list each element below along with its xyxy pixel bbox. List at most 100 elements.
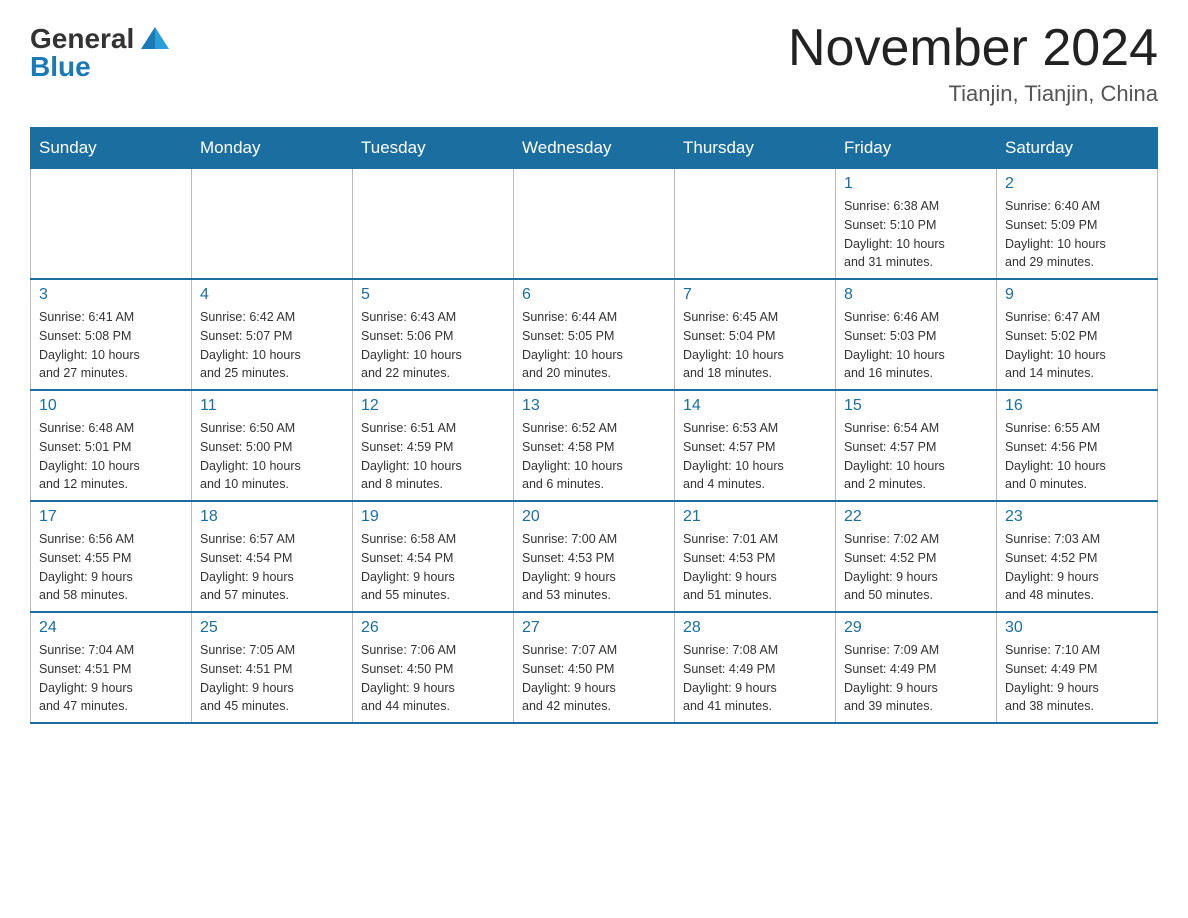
day-number: 28 <box>683 619 827 637</box>
calendar-day-cell: 5Sunrise: 6:43 AMSunset: 5:06 PMDaylight… <box>353 279 514 390</box>
calendar-week-row: 10 Sunrise: 6:48 AMSunset: 5:01 PMDayligh… <box>31 390 1158 501</box>
day-info: Sunrise: 7:04 AMSunset: 4:51 PMDaylight:… <box>39 641 183 716</box>
calendar-day-cell: 16 Sunrise: 6:55 AMSunset: 4:56 PMDayligh… <box>997 390 1158 501</box>
calendar-day-cell: 28 Sunrise: 7:08 AMSunset: 4:49 PMDayligh… <box>675 612 836 723</box>
calendar-day-cell: 22 Sunrise: 7:02 AMSunset: 4:52 PMDayligh… <box>836 501 997 612</box>
logo-blue-text: Blue <box>30 53 91 81</box>
calendar-day-cell: 4Sunrise: 6:42 AMSunset: 5:07 PMDaylight… <box>192 279 353 390</box>
calendar-day-cell: 6Sunrise: 6:44 AMSunset: 5:05 PMDaylight… <box>514 279 675 390</box>
calendar-day-cell <box>192 169 353 280</box>
logo-general-text: General <box>30 25 134 53</box>
calendar-day-header: Sunday <box>31 128 192 169</box>
day-number: 18 <box>200 508 344 526</box>
day-info: Sunrise: 6:57 AMSunset: 4:54 PMDaylight:… <box>200 530 344 605</box>
day-info: Sunrise: 7:02 AMSunset: 4:52 PMDaylight:… <box>844 530 988 605</box>
calendar-title-area: November 2024 Tianjin, Tianjin, China <box>788 20 1158 107</box>
calendar-day-cell: 3 Sunrise: 6:41 AMSunset: 5:08 PMDaylight… <box>31 279 192 390</box>
calendar-header-row: SundayMondayTuesdayWednesdayThursdayFrid… <box>31 128 1158 169</box>
calendar-day-cell: 30 Sunrise: 7:10 AMSunset: 4:49 PMDayligh… <box>997 612 1158 723</box>
day-info: Sunrise: 6:53 AMSunset: 4:57 PMDaylight:… <box>683 419 827 494</box>
calendar-day-cell: 14 Sunrise: 6:53 AMSunset: 4:57 PMDayligh… <box>675 390 836 501</box>
calendar-day-cell: 25 Sunrise: 7:05 AMSunset: 4:51 PMDayligh… <box>192 612 353 723</box>
calendar-day-cell: 17 Sunrise: 6:56 AMSunset: 4:55 PMDayligh… <box>31 501 192 612</box>
logo: General Blue <box>30 20 169 81</box>
day-number: 29 <box>844 619 988 637</box>
logo-triangle-left <box>141 27 155 49</box>
calendar-day-cell: 15Sunrise: 6:54 AMSunset: 4:57 PMDayligh… <box>836 390 997 501</box>
day-number: 15 <box>844 397 988 415</box>
calendar-day-cell: 19Sunrise: 6:58 AMSunset: 4:54 PMDayligh… <box>353 501 514 612</box>
day-number: 4 <box>200 286 344 304</box>
calendar-week-row: 17 Sunrise: 6:56 AMSunset: 4:55 PMDayligh… <box>31 501 1158 612</box>
day-number: 22 <box>844 508 988 526</box>
day-number: 8 <box>844 286 988 304</box>
day-number: 11 <box>200 397 344 415</box>
logo-triangle-right <box>155 27 169 49</box>
calendar-week-row: 3 Sunrise: 6:41 AMSunset: 5:08 PMDaylight… <box>31 279 1158 390</box>
calendar-day-cell <box>675 169 836 280</box>
day-number: 17 <box>39 508 183 526</box>
day-number: 2 <box>1005 175 1149 193</box>
calendar-day-cell: 23Sunrise: 7:03 AMSunset: 4:52 PMDayligh… <box>997 501 1158 612</box>
day-info: Sunrise: 7:09 AMSunset: 4:49 PMDaylight:… <box>844 641 988 716</box>
day-number: 24 <box>39 619 183 637</box>
page-header: General Blue November 2024 Tianjin, Tian… <box>30 20 1158 107</box>
calendar-day-cell: 13Sunrise: 6:52 AMSunset: 4:58 PMDayligh… <box>514 390 675 501</box>
calendar-day-cell <box>31 169 192 280</box>
day-number: 21 <box>683 508 827 526</box>
calendar-day-header: Thursday <box>675 128 836 169</box>
calendar-location: Tianjin, Tianjin, China <box>788 81 1158 107</box>
calendar-week-row: 24 Sunrise: 7:04 AMSunset: 4:51 PMDayligh… <box>31 612 1158 723</box>
day-number: 19 <box>361 508 505 526</box>
calendar-month-title: November 2024 <box>788 20 1158 77</box>
day-number: 16 <box>1005 397 1149 415</box>
calendar-day-header: Wednesday <box>514 128 675 169</box>
day-info: Sunrise: 7:10 AMSunset: 4:49 PMDaylight:… <box>1005 641 1149 716</box>
day-info: Sunrise: 7:08 AMSunset: 4:49 PMDaylight:… <box>683 641 827 716</box>
calendar-day-cell: 18 Sunrise: 6:57 AMSunset: 4:54 PMDayligh… <box>192 501 353 612</box>
day-number: 3 <box>39 286 183 304</box>
day-number: 26 <box>361 619 505 637</box>
calendar-day-cell: 9 Sunrise: 6:47 AMSunset: 5:02 PMDaylight… <box>997 279 1158 390</box>
day-number: 1 <box>844 175 988 193</box>
calendar-day-header: Friday <box>836 128 997 169</box>
day-info: Sunrise: 6:40 AMSunset: 5:09 PMDaylight:… <box>1005 197 1149 272</box>
calendar-day-header: Saturday <box>997 128 1158 169</box>
calendar-day-cell: 24 Sunrise: 7:04 AMSunset: 4:51 PMDayligh… <box>31 612 192 723</box>
calendar-day-cell: 8 Sunrise: 6:46 AMSunset: 5:03 PMDaylight… <box>836 279 997 390</box>
day-info: Sunrise: 6:52 AMSunset: 4:58 PMDaylight:… <box>522 419 666 494</box>
calendar-table: SundayMondayTuesdayWednesdayThursdayFrid… <box>30 127 1158 724</box>
day-info: Sunrise: 6:46 AMSunset: 5:03 PMDaylight:… <box>844 308 988 383</box>
day-info: Sunrise: 6:43 AMSunset: 5:06 PMDaylight:… <box>361 308 505 383</box>
day-number: 7 <box>683 286 827 304</box>
calendar-day-header: Monday <box>192 128 353 169</box>
day-number: 10 <box>39 397 183 415</box>
calendar-day-cell: 10 Sunrise: 6:48 AMSunset: 5:01 PMDayligh… <box>31 390 192 501</box>
day-info: Sunrise: 6:47 AMSunset: 5:02 PMDaylight:… <box>1005 308 1149 383</box>
day-number: 25 <box>200 619 344 637</box>
day-info: Sunrise: 6:50 AMSunset: 5:00 PMDaylight:… <box>200 419 344 494</box>
day-info: Sunrise: 7:01 AMSunset: 4:53 PMDaylight:… <box>683 530 827 605</box>
calendar-day-cell <box>353 169 514 280</box>
calendar-day-cell: 1Sunrise: 6:38 AMSunset: 5:10 PMDaylight… <box>836 169 997 280</box>
calendar-week-row: 1Sunrise: 6:38 AMSunset: 5:10 PMDaylight… <box>31 169 1158 280</box>
day-info: Sunrise: 7:05 AMSunset: 4:51 PMDaylight:… <box>200 641 344 716</box>
day-info: Sunrise: 6:41 AMSunset: 5:08 PMDaylight:… <box>39 308 183 383</box>
calendar-day-cell: 7Sunrise: 6:45 AMSunset: 5:04 PMDaylight… <box>675 279 836 390</box>
calendar-day-cell: 29 Sunrise: 7:09 AMSunset: 4:49 PMDayligh… <box>836 612 997 723</box>
day-number: 9 <box>1005 286 1149 304</box>
day-number: 14 <box>683 397 827 415</box>
calendar-day-cell: 20Sunrise: 7:00 AMSunset: 4:53 PMDayligh… <box>514 501 675 612</box>
day-info: Sunrise: 6:48 AMSunset: 5:01 PMDaylight:… <box>39 419 183 494</box>
calendar-day-cell: 26Sunrise: 7:06 AMSunset: 4:50 PMDayligh… <box>353 612 514 723</box>
day-info: Sunrise: 6:55 AMSunset: 4:56 PMDaylight:… <box>1005 419 1149 494</box>
day-info: Sunrise: 7:00 AMSunset: 4:53 PMDaylight:… <box>522 530 666 605</box>
day-info: Sunrise: 6:56 AMSunset: 4:55 PMDaylight:… <box>39 530 183 605</box>
day-info: Sunrise: 7:07 AMSunset: 4:50 PMDaylight:… <box>522 641 666 716</box>
calendar-day-cell <box>514 169 675 280</box>
calendar-day-cell: 11 Sunrise: 6:50 AMSunset: 5:00 PMDayligh… <box>192 390 353 501</box>
day-number: 30 <box>1005 619 1149 637</box>
calendar-day-cell: 12Sunrise: 6:51 AMSunset: 4:59 PMDayligh… <box>353 390 514 501</box>
calendar-day-cell: 27Sunrise: 7:07 AMSunset: 4:50 PMDayligh… <box>514 612 675 723</box>
day-info: Sunrise: 6:44 AMSunset: 5:05 PMDaylight:… <box>522 308 666 383</box>
